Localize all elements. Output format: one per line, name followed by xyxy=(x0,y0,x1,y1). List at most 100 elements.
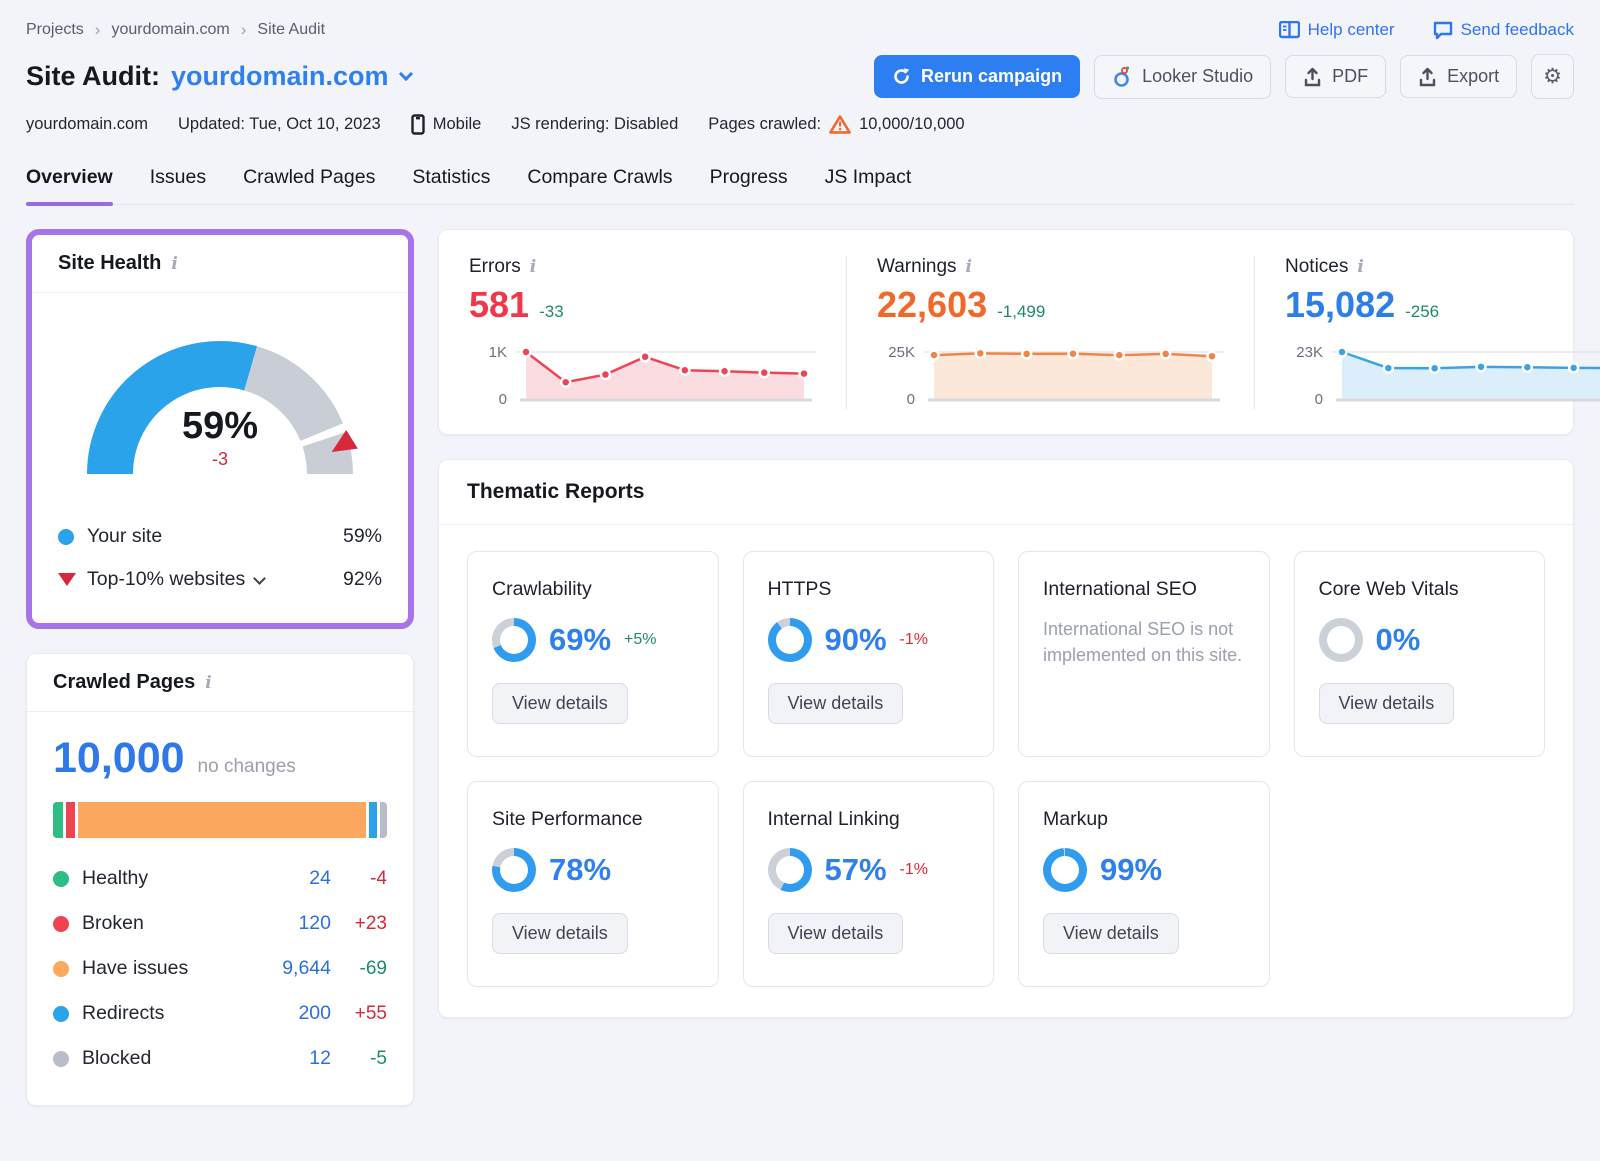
https-view-details-button[interactable]: View details xyxy=(768,683,904,724)
crawlability-view-details-button[interactable]: View details xyxy=(492,683,628,724)
errors-title-row: Errors i xyxy=(469,256,816,278)
notices-sparkline: 23K 0 xyxy=(1285,340,1600,410)
gray-dot-icon xyxy=(53,1051,69,1067)
bar-segment-have-issues xyxy=(78,802,367,838)
crawlability-delta: +5% xyxy=(624,631,656,649)
errors-value[interactable]: 581 xyxy=(469,284,529,326)
left-column: Site Health i 59% -3 Your site xyxy=(26,229,414,1106)
blocked-value[interactable]: 12 xyxy=(265,1047,331,1070)
tab-crawled-pages[interactable]: Crawled Pages xyxy=(243,166,375,204)
chevron-down-icon[interactable] xyxy=(253,572,266,585)
thematic-reports-card: Thematic Reports Crawlability 69% +5% Vi… xyxy=(438,459,1574,1018)
meta-domain: yourdomain.com xyxy=(26,115,148,134)
chevron-down-icon[interactable] xyxy=(398,66,412,80)
tab-compare-crawls[interactable]: Compare Crawls xyxy=(527,166,672,204)
markup-pct: 99% xyxy=(1100,852,1162,888)
tab-bar: Overview Issues Crawled Pages Statistics… xyxy=(26,166,1574,205)
have-issues-delta: -69 xyxy=(331,958,387,980)
looker-studio-button[interactable]: Looker Studio xyxy=(1094,55,1271,99)
core-web-vitals-view-details-button[interactable]: View details xyxy=(1319,683,1455,724)
info-icon[interactable]: i xyxy=(966,257,972,277)
rerun-campaign-button[interactable]: Rerun campaign xyxy=(874,55,1080,98)
warning-triangle-icon xyxy=(829,115,851,134)
healthy-value[interactable]: 24 xyxy=(265,867,331,890)
meta-row: yourdomain.com Updated: Tue, Oct 10, 202… xyxy=(26,114,1574,135)
site-performance-view-details-button[interactable]: View details xyxy=(492,913,628,954)
axis-min-label: 0 xyxy=(877,391,915,408)
warnings-title-row: Warnings i xyxy=(877,256,1224,278)
breadcrumb-projects[interactable]: Projects xyxy=(26,21,84,39)
warnings-delta: -1,499 xyxy=(997,302,1045,322)
errors-title: Errors xyxy=(469,256,521,278)
site-health-highlight-box: Site Health i 59% -3 Your site xyxy=(26,229,414,629)
tab-issues[interactable]: Issues xyxy=(150,166,206,204)
broken-value[interactable]: 120 xyxy=(265,912,331,935)
campaign-selector[interactable]: yourdomain.com xyxy=(171,61,389,92)
crawled-pages-body: 10,000 no changes Healthy 24 -4 xyxy=(27,712,413,1105)
refresh-icon xyxy=(892,67,911,86)
site-health-title: Site Health xyxy=(58,252,161,275)
warnings-value[interactable]: 22,603 xyxy=(877,284,987,326)
top10-value: 92% xyxy=(343,568,382,591)
thematic-grid: Crawlability 69% +5% View details HTTPS … xyxy=(439,525,1573,1017)
breadcrumb-domain[interactable]: yourdomain.com xyxy=(111,21,229,39)
markup-view-details-button[interactable]: View details xyxy=(1043,913,1179,954)
rerun-campaign-label: Rerun campaign xyxy=(921,66,1062,87)
breadcrumb-site-audit: Site Audit xyxy=(257,21,325,39)
notices-axis-labels: 23K 0 xyxy=(1285,340,1323,410)
info-icon[interactable]: i xyxy=(530,257,536,277)
site-health-card: Site Health i 59% -3 Your site xyxy=(32,235,408,623)
crawlability-pct: 69% xyxy=(549,622,611,658)
breadcrumb: Projects › yourdomain.com › Site Audit xyxy=(26,20,325,40)
notices-value[interactable]: 15,082 xyxy=(1285,284,1395,326)
tab-progress[interactable]: Progress xyxy=(710,166,788,204)
core-web-vitals-title: Core Web Vitals xyxy=(1319,578,1521,601)
info-icon[interactable]: i xyxy=(1357,257,1363,277)
upload-icon xyxy=(1303,67,1322,87)
https-pct: 90% xyxy=(825,622,887,658)
pdf-button[interactable]: PDF xyxy=(1285,55,1386,98)
tab-overview[interactable]: Overview xyxy=(26,166,113,204)
errors-section: Errors i 581 -33 1K 0 xyxy=(439,256,846,410)
mobile-icon xyxy=(411,114,425,135)
site-performance-title: Site Performance xyxy=(492,808,694,831)
send-feedback-label: Send feedback xyxy=(1461,20,1574,40)
crawled-pages-title: Crawled Pages xyxy=(53,671,195,694)
toolbar: Rerun campaign Looker Studio PDF Export … xyxy=(860,54,1574,99)
right-column: Errors i 581 -33 1K 0 xyxy=(438,229,1574,1018)
looker-studio-label: Looker Studio xyxy=(1142,66,1253,87)
crawled-pages-header: Crawled Pages i xyxy=(27,654,413,712)
info-icon[interactable]: i xyxy=(171,254,177,274)
notices-title-row: Notices i xyxy=(1285,256,1600,278)
international-seo-description: International SEO is not implemented on … xyxy=(1043,616,1245,668)
info-icon[interactable]: i xyxy=(205,673,211,693)
pages-crawled-label: Pages crawled: xyxy=(708,115,821,134)
red-triangle-icon xyxy=(58,573,76,586)
have-issues-value[interactable]: 9,644 xyxy=(265,957,331,980)
feedback-bubble-icon xyxy=(1433,21,1453,40)
blocked-label: Blocked xyxy=(82,1047,151,1070)
meta-updated: Updated: Tue, Oct 10, 2023 xyxy=(178,115,381,134)
notices-title: Notices xyxy=(1285,256,1348,278)
help-center-label: Help center xyxy=(1308,20,1395,40)
site-audit-page: Projects › yourdomain.com › Site Audit H… xyxy=(0,0,1600,1161)
settings-gear-button[interactable]: ⚙ xyxy=(1531,54,1574,99)
site-health-gauge: 59% -3 xyxy=(32,293,408,499)
axis-max-label: 25K xyxy=(877,344,915,361)
warnings-title: Warnings xyxy=(877,256,957,278)
redirects-value[interactable]: 200 xyxy=(265,1002,331,1025)
pages-crawled-value: 10,000/10,000 xyxy=(859,115,965,134)
redirects-label: Redirects xyxy=(82,1002,164,1025)
axis-min-label: 0 xyxy=(1285,391,1323,408)
send-feedback-link[interactable]: Send feedback xyxy=(1433,20,1574,40)
export-button[interactable]: Export xyxy=(1400,55,1517,98)
tab-js-impact[interactable]: JS Impact xyxy=(825,166,912,204)
internal-linking-view-details-button[interactable]: View details xyxy=(768,913,904,954)
help-center-link[interactable]: Help center xyxy=(1279,20,1395,40)
crawlability-donut xyxy=(492,618,536,662)
tab-statistics[interactable]: Statistics xyxy=(412,166,490,204)
crawled-legend: Healthy 24 -4 Broken 120 +23 Have xyxy=(53,856,387,1081)
upload-icon xyxy=(1418,67,1437,87)
crawlability-card: Crawlability 69% +5% View details xyxy=(467,551,719,757)
meta-device: Mobile xyxy=(411,114,482,135)
